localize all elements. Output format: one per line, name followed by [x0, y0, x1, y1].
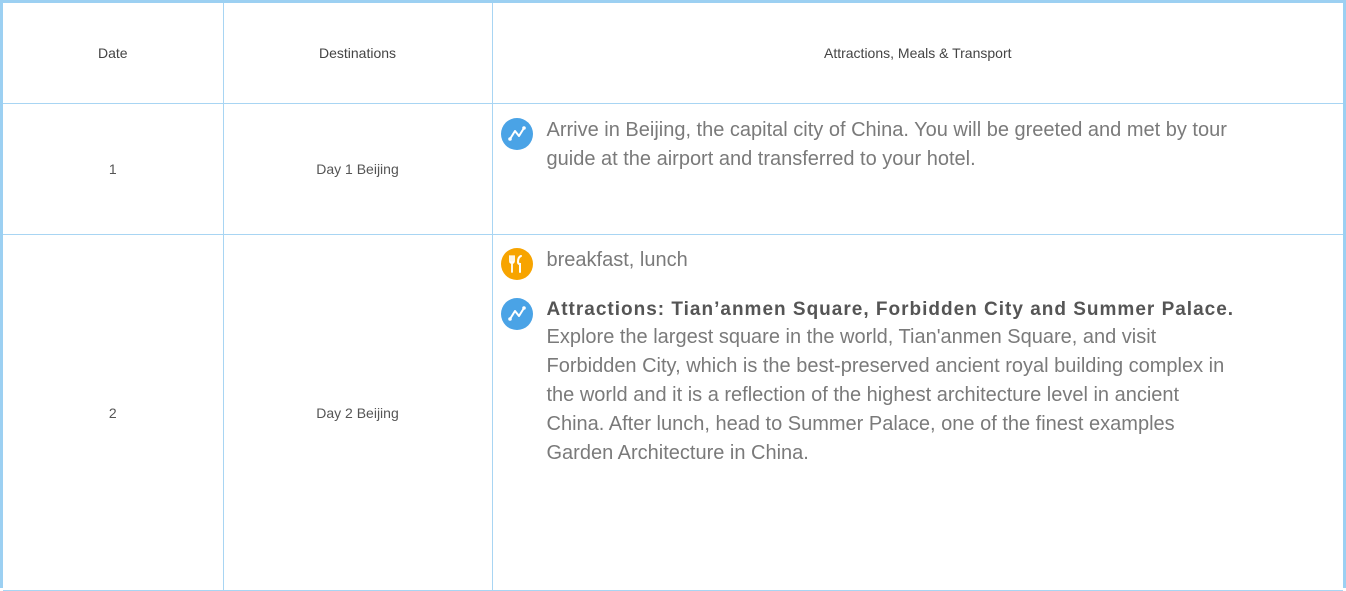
header-date: Date: [3, 3, 224, 104]
entry-text: breakfast, lunch: [546, 249, 688, 271]
route-icon: [500, 298, 533, 330]
itinerary-entry: breakfast, lunch: [500, 246, 1237, 280]
meal-icon: [500, 248, 533, 280]
table-row: 1 Day 1 Beijing Arrive in Beijing, the c…: [3, 103, 1343, 235]
entry-text: Explore the largest square in the world,…: [546, 326, 1225, 464]
entry-text: Arrive in Beijing, the capital city of C…: [546, 119, 1227, 170]
itinerary-table: Date Destinations Attractions, Meals & T…: [3, 3, 1343, 591]
row-details: Arrive in Beijing, the capital city of C…: [491, 103, 1343, 235]
row-destination: Day 2 Beijing: [222, 234, 493, 591]
entry-title: Attractions: Tian’anmen Square, Forbidde…: [546, 299, 1235, 320]
row-date: 1: [3, 103, 224, 235]
itinerary-entry: Arrive in Beijing, the capital city of C…: [500, 116, 1237, 174]
header-details: Attractions, Meals & Transport: [491, 3, 1343, 104]
itinerary-frame: Date Destinations Attractions, Meals & T…: [0, 0, 1346, 591]
row-date: 2: [3, 234, 224, 591]
route-icon: [500, 118, 533, 150]
row-details: breakfast, lunch Attractions: Tian’anmen…: [491, 234, 1343, 591]
table-header-row: Date Destinations Attractions, Meals & T…: [3, 3, 1343, 104]
header-destinations: Destinations: [222, 3, 493, 104]
row-destination: Day 1 Beijing: [222, 103, 493, 235]
table-row: 2 Day 2 Beijing breakfast, lunch Attract…: [3, 234, 1343, 591]
itinerary-entry: Attractions: Tian’anmen Square, Forbidde…: [500, 296, 1237, 468]
entry-content: Attractions: Tian’anmen Square, Forbidde…: [547, 296, 1237, 468]
